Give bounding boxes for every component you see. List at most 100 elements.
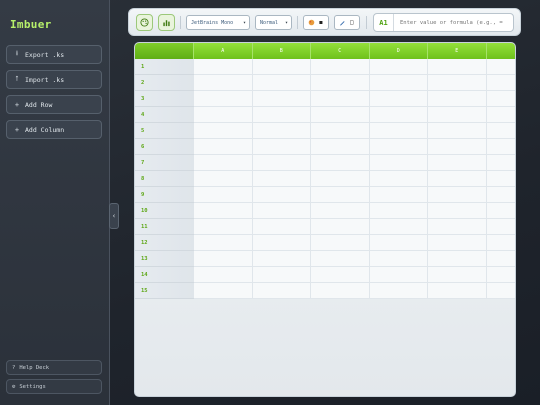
grid-cell[interactable]	[369, 219, 428, 235]
export-button[interactable]: ⭳ Export .ks	[6, 45, 102, 64]
select-all-corner[interactable]	[135, 43, 194, 59]
grid-cell[interactable]	[311, 219, 370, 235]
grid-cell[interactable]	[428, 251, 487, 267]
grid-cell[interactable]	[252, 171, 311, 187]
grid-cell[interactable]	[311, 251, 370, 267]
add-column-button[interactable]: + Add Column	[6, 120, 102, 139]
row-header[interactable]: 6	[135, 139, 194, 155]
grid-cell[interactable]	[311, 283, 370, 299]
grid-cell[interactable]	[194, 187, 253, 203]
grid-cell[interactable]	[194, 75, 253, 91]
grid-cell[interactable]	[194, 203, 253, 219]
grid-cell[interactable]	[428, 75, 487, 91]
grid-cell[interactable]	[369, 171, 428, 187]
grid-cell[interactable]	[486, 75, 515, 91]
grid-cell[interactable]	[428, 171, 487, 187]
grid-cell[interactable]	[369, 187, 428, 203]
fill-color-picker[interactable]: ◼	[303, 15, 329, 30]
grid-cell[interactable]	[369, 267, 428, 283]
grid-cell[interactable]	[369, 75, 428, 91]
grid-cell[interactable]	[252, 107, 311, 123]
grid-cell[interactable]	[311, 267, 370, 283]
grid-cell[interactable]	[311, 59, 370, 75]
column-header[interactable]: C	[311, 43, 370, 59]
grid-cell[interactable]	[252, 123, 311, 139]
grid-cell[interactable]	[194, 251, 253, 267]
column-header[interactable]: B	[252, 43, 311, 59]
grid-cell[interactable]	[369, 283, 428, 299]
grid-cell[interactable]	[194, 107, 253, 123]
grid-cell[interactable]	[486, 59, 515, 75]
row-header[interactable]: 9	[135, 187, 194, 203]
font-family-select[interactable]: JetBrains Mono ▾	[186, 15, 250, 30]
grid-cell[interactable]	[369, 123, 428, 139]
grid-cell[interactable]	[486, 267, 515, 283]
grid-cell[interactable]	[369, 139, 428, 155]
grid-cell[interactable]	[428, 155, 487, 171]
grid-cell[interactable]	[369, 107, 428, 123]
grid-cell[interactable]	[194, 123, 253, 139]
grid-cell[interactable]	[252, 203, 311, 219]
grid-cell[interactable]	[369, 91, 428, 107]
grid-cell[interactable]	[311, 107, 370, 123]
grid-cell[interactable]	[428, 283, 487, 299]
grid-cell[interactable]	[194, 235, 253, 251]
grid-cell[interactable]	[194, 155, 253, 171]
column-header[interactable]: E	[428, 43, 487, 59]
grid-cell[interactable]	[311, 155, 370, 171]
grid-cell[interactable]	[252, 251, 311, 267]
text-color-picker[interactable]: □	[334, 15, 360, 30]
grid-cell[interactable]	[252, 187, 311, 203]
grid-cell[interactable]	[252, 219, 311, 235]
grid-cell[interactable]	[369, 235, 428, 251]
column-header[interactable]: A	[194, 43, 253, 59]
grid-cell[interactable]	[311, 235, 370, 251]
formula-input[interactable]	[394, 19, 506, 26]
grid-cell[interactable]	[252, 75, 311, 91]
grid-cell[interactable]	[252, 139, 311, 155]
grid-cell[interactable]	[369, 251, 428, 267]
column-header[interactable]	[486, 43, 515, 59]
grid-cell[interactable]	[194, 139, 253, 155]
grid-cell[interactable]	[311, 171, 370, 187]
grid-cell[interactable]	[252, 59, 311, 75]
row-header[interactable]: 11	[135, 219, 194, 235]
grid-cell[interactable]	[428, 59, 487, 75]
row-header[interactable]: 1	[135, 59, 194, 75]
grid-cell[interactable]	[486, 219, 515, 235]
grid-cell[interactable]	[311, 123, 370, 139]
grid-cell[interactable]	[311, 203, 370, 219]
grid-cell[interactable]	[311, 139, 370, 155]
grid-cell[interactable]	[252, 91, 311, 107]
grid-cell[interactable]	[486, 283, 515, 299]
grid-cell[interactable]	[311, 91, 370, 107]
row-header[interactable]: 2	[135, 75, 194, 91]
grid-cell[interactable]	[486, 251, 515, 267]
grid-cell[interactable]	[252, 155, 311, 171]
grid-cell[interactable]	[486, 91, 515, 107]
chart-button[interactable]	[158, 14, 175, 31]
grid-cell[interactable]	[369, 155, 428, 171]
grid-cell[interactable]	[252, 235, 311, 251]
grid-cell[interactable]	[311, 187, 370, 203]
grid-cell[interactable]	[428, 235, 487, 251]
grid-cell[interactable]	[428, 139, 487, 155]
row-header[interactable]: 8	[135, 171, 194, 187]
grid-cell[interactable]	[486, 155, 515, 171]
row-header[interactable]: 4	[135, 107, 194, 123]
grid-cell[interactable]	[194, 171, 253, 187]
grid-cell[interactable]	[194, 219, 253, 235]
grid-cell[interactable]	[486, 187, 515, 203]
import-button[interactable]: ⭡ Import .ks	[6, 70, 102, 89]
palette-button[interactable]	[136, 14, 153, 31]
font-weight-select[interactable]: Normal ▾	[255, 15, 292, 30]
row-header[interactable]: 13	[135, 251, 194, 267]
grid-cell[interactable]	[252, 267, 311, 283]
row-header[interactable]: 12	[135, 235, 194, 251]
add-row-button[interactable]: + Add Row	[6, 95, 102, 114]
grid-cell[interactable]	[428, 267, 487, 283]
grid-cell[interactable]	[486, 107, 515, 123]
column-header[interactable]: D	[369, 43, 428, 59]
grid-cell[interactable]	[486, 139, 515, 155]
row-header[interactable]: 15	[135, 283, 194, 299]
